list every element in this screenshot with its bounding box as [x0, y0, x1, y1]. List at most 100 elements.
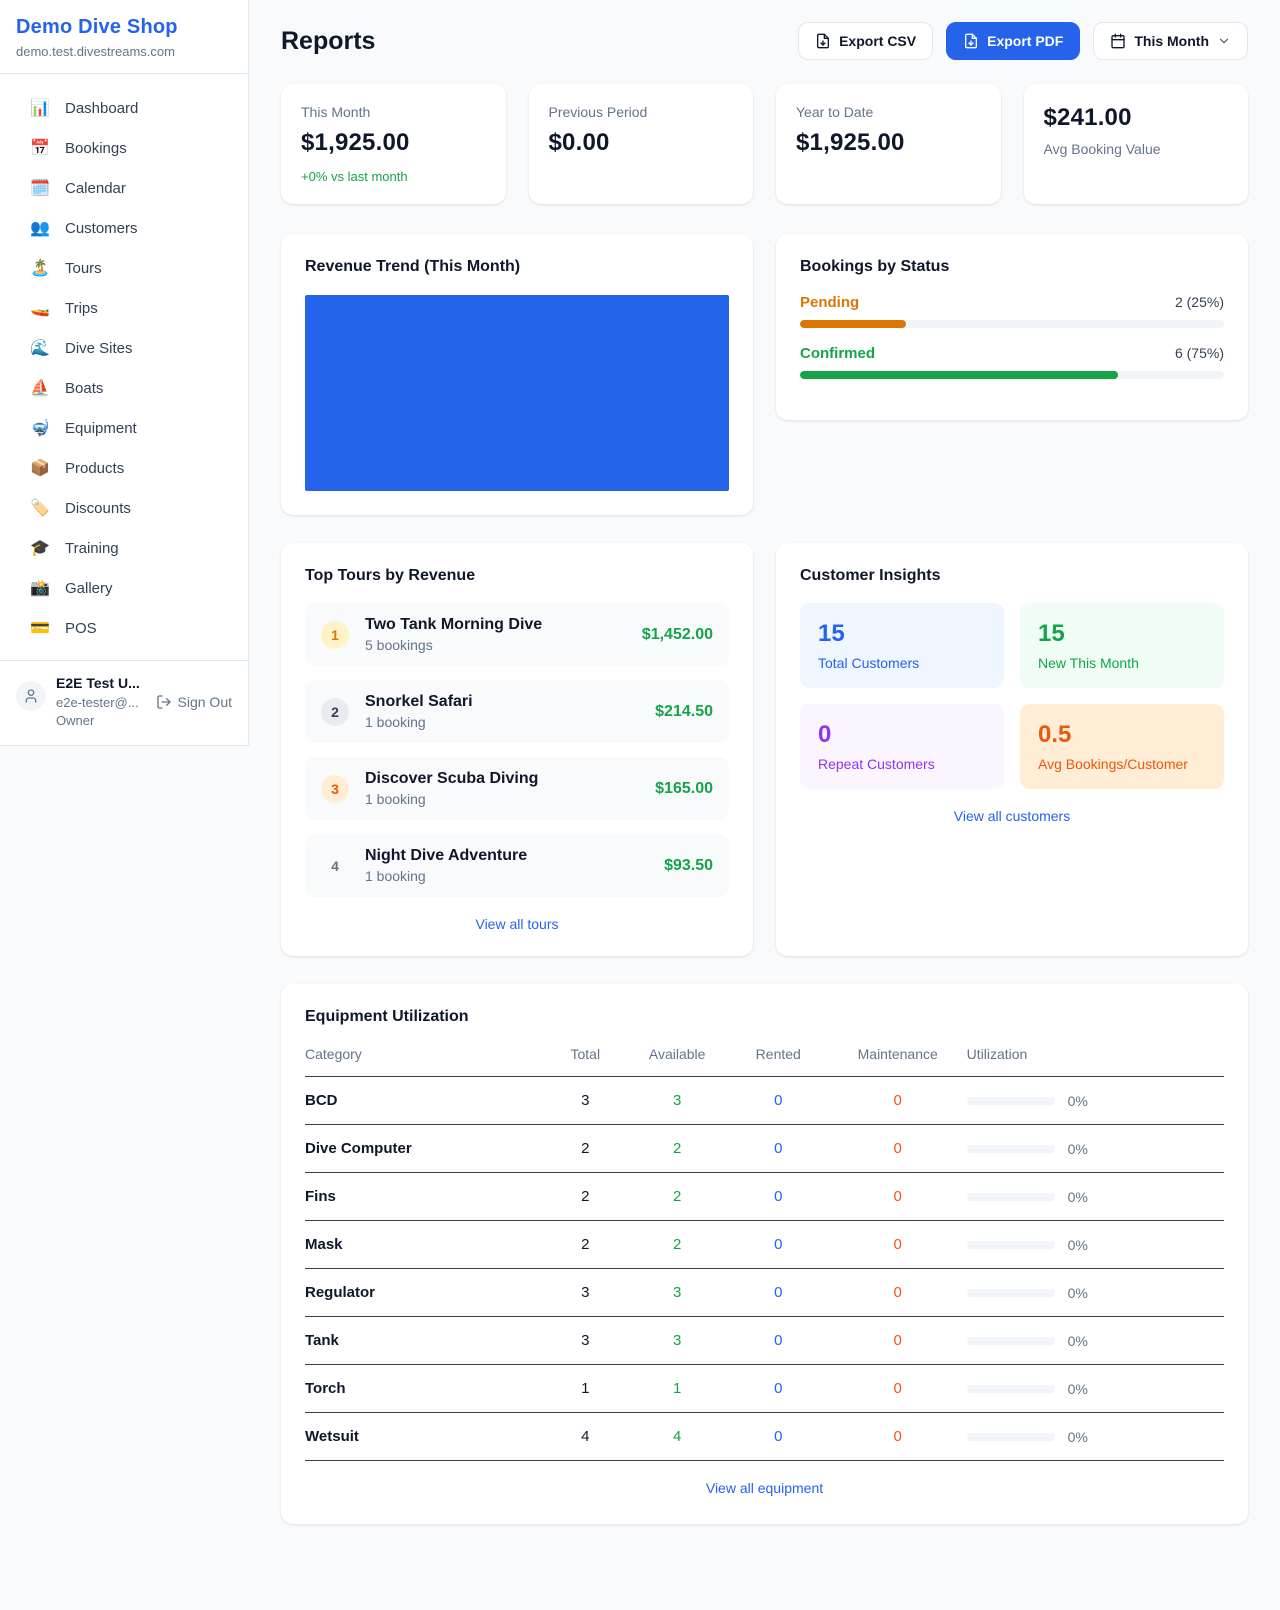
insight-tile-repeat-customers: 0 Repeat Customers [800, 704, 1004, 789]
insight-value: 15 [818, 620, 986, 648]
stat-label: Year to Date [796, 104, 981, 120]
sidebar-item-label: Tours [65, 260, 102, 277]
equipment-table-header: Category Total Available Rented Maintena… [305, 1034, 1224, 1077]
tag-icon: 🏷️ [30, 498, 50, 518]
tour-bookings: 1 booking [365, 714, 473, 730]
status-progress-track [800, 320, 1224, 328]
utilization-percent: 0% [1068, 1093, 1088, 1109]
revenue-trend-chart [305, 295, 729, 491]
utilization-bar [967, 1433, 1055, 1441]
sidebar-item-pos[interactable]: 💳 POS [0, 608, 248, 648]
bookings-by-status-card: Bookings by Status Pending 2 (25%) [776, 234, 1248, 420]
tour-row-discover-scuba-diving: 3 Discover Scuba Diving 1 booking $165.0… [305, 757, 729, 820]
rank-badge: 4 [321, 852, 349, 880]
cell-category: Regulator [305, 1269, 544, 1317]
stat-value: $241.00 [1044, 104, 1229, 132]
log-out-icon [156, 694, 172, 710]
insight-tiles: 15 Total Customers 15 New This Month 0 R… [800, 603, 1224, 789]
sidebar-item-trips[interactable]: 🚤 Trips [0, 288, 248, 328]
sidebar-item-equipment[interactable]: 🤿 Equipment [0, 408, 248, 448]
utilization-bar [967, 1193, 1055, 1201]
cell-available: 4 [627, 1413, 728, 1461]
sidebar-item-tours[interactable]: 🏝️ Tours [0, 248, 248, 288]
shop-name: Demo Dive Shop [16, 16, 232, 39]
sidebar-item-dive-sites[interactable]: 🌊 Dive Sites [0, 328, 248, 368]
column-header-total: Total [544, 1034, 627, 1077]
status-label: Pending [800, 294, 859, 311]
stat-label: Avg Booking Value [1044, 141, 1229, 157]
export-pdf-button[interactable]: Export PDF [946, 22, 1080, 60]
user-role: Owner [56, 713, 140, 729]
utilization-percent: 0% [1068, 1429, 1088, 1445]
utilization-bar [967, 1145, 1055, 1153]
cell-rented: 0 [728, 1077, 829, 1125]
table-row-regulator: Regulator 3 3 0 0 0% [305, 1269, 1224, 1317]
stat-card-avg-booking-value: $241.00 Avg Booking Value [1024, 84, 1249, 204]
sidebar-item-calendar[interactable]: 🗓️ Calendar [0, 168, 248, 208]
sidebar-item-label: Boats [65, 380, 103, 397]
header-actions: Export CSV Export PDF This Month [798, 22, 1248, 60]
cell-category: Torch [305, 1365, 544, 1413]
view-all-customers-link[interactable]: View all customers [800, 808, 1224, 824]
cell-rented: 0 [728, 1317, 829, 1365]
utilization-percent: 0% [1068, 1237, 1088, 1253]
utilization-bar [967, 1385, 1055, 1393]
insight-tile-total-customers: 15 Total Customers [800, 603, 1004, 688]
graduation-cap-icon: 🎓 [30, 538, 50, 558]
utilization-bar [967, 1289, 1055, 1297]
view-all-tours-link[interactable]: View all tours [305, 916, 729, 932]
user-email: e2e-tester@... [56, 695, 140, 711]
chevron-down-icon [1217, 34, 1231, 48]
package-icon: 📦 [30, 458, 50, 478]
cell-utilization: 0% [967, 1125, 1224, 1173]
cell-maintenance: 0 [829, 1221, 967, 1269]
sidebar-item-training[interactable]: 🎓 Training [0, 528, 248, 568]
column-header-category: Category [305, 1034, 544, 1077]
stat-card-this-month: This Month $1,925.00 +0% vs last month [281, 84, 506, 204]
user-name: E2E Test U... [56, 675, 140, 693]
cell-rented: 0 [728, 1125, 829, 1173]
tour-bookings: 1 booking [365, 868, 527, 884]
card-title: Bookings by Status [800, 258, 1224, 276]
insight-label: New This Month [1038, 655, 1206, 671]
cell-total: 4 [544, 1413, 627, 1461]
cell-utilization: 0% [967, 1365, 1224, 1413]
sidebar-item-products[interactable]: 📦 Products [0, 448, 248, 488]
status-progress-fill [800, 371, 1118, 379]
view-all-equipment-link[interactable]: View all equipment [305, 1480, 1224, 1496]
export-csv-button[interactable]: Export CSV [798, 22, 933, 60]
rank-badge: 1 [321, 621, 349, 649]
charts-row: Revenue Trend (This Month) Bookings by S… [281, 234, 1248, 515]
stat-delta: +0% vs last month [301, 169, 486, 184]
rank-badge: 3 [321, 775, 349, 803]
calendar-icon [1110, 33, 1126, 49]
cell-maintenance: 0 [829, 1125, 967, 1173]
rank-badge: 2 [321, 698, 349, 726]
status-list: Pending 2 (25%) Confirmed 6 (75%) [800, 294, 1224, 379]
cell-total: 3 [544, 1077, 627, 1125]
sign-out-button[interactable]: Sign Out [156, 694, 232, 710]
period-dropdown[interactable]: This Month [1093, 22, 1248, 60]
stat-value: $1,925.00 [301, 129, 486, 157]
sidebar-item-discounts[interactable]: 🏷️ Discounts [0, 488, 248, 528]
cell-rented: 0 [728, 1221, 829, 1269]
stat-card-previous-period: Previous Period $0.00 [529, 84, 754, 204]
sidebar-item-label: Products [65, 460, 124, 477]
sidebar-item-boats[interactable]: ⛵ Boats [0, 368, 248, 408]
cell-utilization: 0% [967, 1173, 1224, 1221]
user-section: E2E Test U... e2e-tester@... Owner Sign … [0, 660, 248, 745]
utilization-percent: 0% [1068, 1141, 1088, 1157]
tour-name: Two Tank Morning Dive [365, 616, 542, 634]
cell-total: 3 [544, 1269, 627, 1317]
cell-available: 2 [627, 1173, 728, 1221]
cell-utilization: 0% [967, 1077, 1224, 1125]
sidebar-item-label: Gallery [65, 580, 113, 597]
tour-name: Night Dive Adventure [365, 847, 527, 865]
status-row-pending: Pending 2 (25%) [800, 294, 1224, 328]
sidebar-item-customers[interactable]: 👥 Customers [0, 208, 248, 248]
sidebar-item-dashboard[interactable]: 📊 Dashboard [0, 88, 248, 128]
camera-flash-icon: 📸 [30, 578, 50, 598]
sidebar-item-bookings[interactable]: 📅 Bookings [0, 128, 248, 168]
sidebar-item-gallery[interactable]: 📸 Gallery [0, 568, 248, 608]
tour-amount: $214.50 [655, 703, 713, 721]
